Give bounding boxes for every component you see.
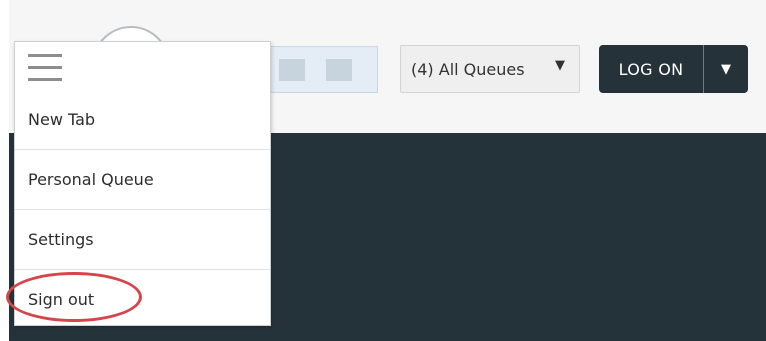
queue-select-label: (4) All Queues <box>411 59 525 79</box>
placeholder-block <box>279 59 305 81</box>
dropdown-menu: New Tab Personal Queue Settings Sign out <box>14 41 271 326</box>
logon-button-group: LOG ON ▼ <box>599 45 748 93</box>
menu-item-sign-out[interactable]: Sign out <box>15 270 270 329</box>
menu-item-label: Settings <box>28 230 94 249</box>
menu-item-personal-queue[interactable]: Personal Queue <box>15 150 270 209</box>
left-edge <box>0 0 9 341</box>
queue-select[interactable]: (4) All Queues ▼ <box>400 45 580 93</box>
caret-down-icon: ▼ <box>721 61 731 77</box>
menu-item-label: Sign out <box>28 290 95 309</box>
caret-down-icon: ▼ <box>555 58 565 73</box>
menu-item-label: New Tab <box>28 110 96 129</box>
placeholder-block <box>326 59 352 81</box>
logon-dropdown-button[interactable]: ▼ <box>704 45 748 93</box>
menu-item-settings[interactable]: Settings <box>15 210 270 269</box>
menu-item-new-tab[interactable]: New Tab <box>15 90 270 149</box>
menu-item-label: Personal Queue <box>28 170 154 189</box>
app-window: (4) All Queues ▼ LOG ON ▼ New Tab Person… <box>0 0 766 341</box>
logon-button[interactable]: LOG ON <box>599 45 703 93</box>
hamburger-icon[interactable] <box>28 54 62 84</box>
